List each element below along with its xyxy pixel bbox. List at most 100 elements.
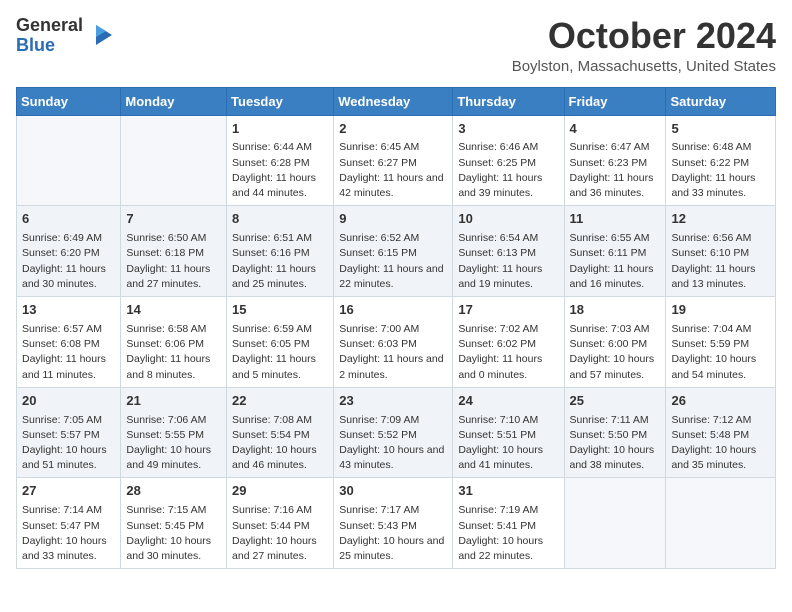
day-number: 5: [671, 120, 770, 139]
daylight-text: Daylight: 10 hours and 57 minutes.: [570, 353, 655, 380]
sunrise-text: Sunrise: 7:15 AM: [126, 504, 206, 516]
sunrise-text: Sunrise: 7:02 AM: [458, 323, 538, 335]
calendar-cell: 5Sunrise: 6:48 AMSunset: 6:22 PMDaylight…: [666, 115, 776, 206]
sunset-text: Sunset: 6:28 PM: [232, 157, 310, 169]
logo-general: General: [16, 16, 83, 36]
sunset-text: Sunset: 5:48 PM: [671, 429, 749, 441]
day-number: 18: [570, 301, 661, 320]
daylight-text: Daylight: 11 hours and 42 minutes.: [339, 172, 443, 199]
calendar-cell: 27Sunrise: 7:14 AMSunset: 5:47 PMDayligh…: [17, 478, 121, 569]
daylight-text: Daylight: 11 hours and 13 minutes.: [671, 263, 755, 290]
sunrise-text: Sunrise: 6:47 AM: [570, 141, 650, 153]
sunset-text: Sunset: 5:59 PM: [671, 338, 749, 350]
daylight-text: Daylight: 10 hours and 27 minutes.: [232, 535, 317, 562]
calendar-cell: 29Sunrise: 7:16 AMSunset: 5:44 PMDayligh…: [227, 478, 334, 569]
calendar-body: 1Sunrise: 6:44 AMSunset: 6:28 PMDaylight…: [17, 115, 776, 569]
calendar-cell: [121, 115, 227, 206]
sunrise-text: Sunrise: 7:04 AM: [671, 323, 751, 335]
day-number: 14: [126, 301, 221, 320]
title-block: October 2024 Boylston, Massachusetts, Un…: [512, 16, 776, 75]
logo-icon: [86, 21, 116, 51]
sunrise-text: Sunrise: 7:06 AM: [126, 414, 206, 426]
daylight-text: Daylight: 10 hours and 25 minutes.: [339, 535, 444, 562]
sunrise-text: Sunrise: 6:59 AM: [232, 323, 312, 335]
sunset-text: Sunset: 5:45 PM: [126, 520, 204, 532]
col-saturday: Saturday: [666, 87, 776, 115]
calendar-week-row: 6Sunrise: 6:49 AMSunset: 6:20 PMDaylight…: [17, 206, 776, 297]
daylight-text: Daylight: 11 hours and 27 minutes.: [126, 263, 210, 290]
day-number: 24: [458, 392, 558, 411]
calendar-cell: 3Sunrise: 6:46 AMSunset: 6:25 PMDaylight…: [453, 115, 564, 206]
sunset-text: Sunset: 6:23 PM: [570, 157, 648, 169]
daylight-text: Daylight: 10 hours and 30 minutes.: [126, 535, 211, 562]
day-number: 19: [671, 301, 770, 320]
day-number: 16: [339, 301, 447, 320]
sunrise-text: Sunrise: 6:58 AM: [126, 323, 206, 335]
daylight-text: Daylight: 11 hours and 36 minutes.: [570, 172, 654, 199]
sunrise-text: Sunrise: 7:19 AM: [458, 504, 538, 516]
logo-blue: Blue: [16, 36, 83, 56]
sunset-text: Sunset: 6:18 PM: [126, 247, 204, 259]
calendar-cell: 19Sunrise: 7:04 AMSunset: 5:59 PMDayligh…: [666, 297, 776, 388]
calendar-cell: 23Sunrise: 7:09 AMSunset: 5:52 PMDayligh…: [334, 387, 453, 478]
sunrise-text: Sunrise: 6:52 AM: [339, 232, 419, 244]
col-thursday: Thursday: [453, 87, 564, 115]
calendar-week-row: 1Sunrise: 6:44 AMSunset: 6:28 PMDaylight…: [17, 115, 776, 206]
sunrise-text: Sunrise: 6:55 AM: [570, 232, 650, 244]
sunset-text: Sunset: 6:08 PM: [22, 338, 100, 350]
calendar-cell: 20Sunrise: 7:05 AMSunset: 5:57 PMDayligh…: [17, 387, 121, 478]
col-monday: Monday: [121, 87, 227, 115]
sunrise-text: Sunrise: 7:12 AM: [671, 414, 751, 426]
day-number: 10: [458, 210, 558, 229]
daylight-text: Daylight: 10 hours and 38 minutes.: [570, 444, 655, 471]
sunrise-text: Sunrise: 7:16 AM: [232, 504, 312, 516]
calendar-cell: 10Sunrise: 6:54 AMSunset: 6:13 PMDayligh…: [453, 206, 564, 297]
sunrise-text: Sunrise: 6:51 AM: [232, 232, 312, 244]
calendar-cell: 16Sunrise: 7:00 AMSunset: 6:03 PMDayligh…: [334, 297, 453, 388]
sunrise-text: Sunrise: 7:08 AM: [232, 414, 312, 426]
calendar-cell: 18Sunrise: 7:03 AMSunset: 6:00 PMDayligh…: [564, 297, 666, 388]
day-number: 26: [671, 392, 770, 411]
calendar-cell: 21Sunrise: 7:06 AMSunset: 5:55 PMDayligh…: [121, 387, 227, 478]
col-tuesday: Tuesday: [227, 87, 334, 115]
sunset-text: Sunset: 5:43 PM: [339, 520, 417, 532]
day-number: 22: [232, 392, 328, 411]
sunset-text: Sunset: 6:15 PM: [339, 247, 417, 259]
daylight-text: Daylight: 10 hours and 43 minutes.: [339, 444, 444, 471]
calendar-cell: 12Sunrise: 6:56 AMSunset: 6:10 PMDayligh…: [666, 206, 776, 297]
daylight-text: Daylight: 11 hours and 16 minutes.: [570, 263, 654, 290]
sunset-text: Sunset: 6:22 PM: [671, 157, 749, 169]
calendar-week-row: 20Sunrise: 7:05 AMSunset: 5:57 PMDayligh…: [17, 387, 776, 478]
daylight-text: Daylight: 11 hours and 0 minutes.: [458, 353, 542, 380]
sunset-text: Sunset: 6:11 PM: [570, 247, 647, 259]
sunrise-text: Sunrise: 7:10 AM: [458, 414, 538, 426]
daylight-text: Daylight: 10 hours and 49 minutes.: [126, 444, 211, 471]
sunrise-text: Sunrise: 6:54 AM: [458, 232, 538, 244]
col-wednesday: Wednesday: [334, 87, 453, 115]
day-number: 1: [232, 120, 328, 139]
col-friday: Friday: [564, 87, 666, 115]
daylight-text: Daylight: 10 hours and 22 minutes.: [458, 535, 543, 562]
calendar-cell: 1Sunrise: 6:44 AMSunset: 6:28 PMDaylight…: [227, 115, 334, 206]
sunrise-text: Sunrise: 7:03 AM: [570, 323, 650, 335]
calendar-cell: [666, 478, 776, 569]
calendar-week-row: 13Sunrise: 6:57 AMSunset: 6:08 PMDayligh…: [17, 297, 776, 388]
sunset-text: Sunset: 6:02 PM: [458, 338, 536, 350]
day-number: 23: [339, 392, 447, 411]
day-number: 21: [126, 392, 221, 411]
sunset-text: Sunset: 5:57 PM: [22, 429, 100, 441]
sunset-text: Sunset: 6:20 PM: [22, 247, 100, 259]
calendar-cell: 31Sunrise: 7:19 AMSunset: 5:41 PMDayligh…: [453, 478, 564, 569]
sunrise-text: Sunrise: 6:46 AM: [458, 141, 538, 153]
page-header: General Blue October 2024 Boylston, Mass…: [16, 16, 776, 75]
day-number: 12: [671, 210, 770, 229]
day-number: 17: [458, 301, 558, 320]
daylight-text: Daylight: 11 hours and 39 minutes.: [458, 172, 542, 199]
day-number: 31: [458, 482, 558, 501]
calendar-cell: 15Sunrise: 6:59 AMSunset: 6:05 PMDayligh…: [227, 297, 334, 388]
day-number: 4: [570, 120, 661, 139]
sunrise-text: Sunrise: 6:50 AM: [126, 232, 206, 244]
calendar-cell: [564, 478, 666, 569]
calendar-header: Sunday Monday Tuesday Wednesday Thursday…: [17, 87, 776, 115]
day-number: 15: [232, 301, 328, 320]
